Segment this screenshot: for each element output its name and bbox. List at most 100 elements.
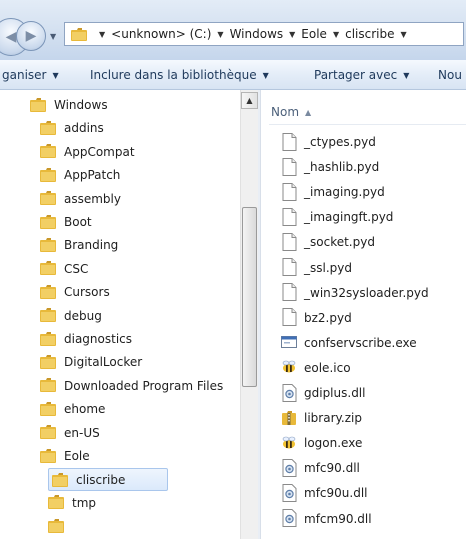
folder-icon bbox=[40, 261, 56, 276]
blank-file-icon bbox=[281, 157, 297, 176]
tree-item-folder[interactable]: ehome bbox=[40, 398, 105, 421]
organize-button[interactable]: ganiser ▼ bbox=[2, 60, 59, 90]
folder-icon bbox=[48, 495, 64, 510]
tree-item-folder[interactable]: en-US bbox=[40, 422, 100, 445]
tree-item-folder[interactable]: AppPatch bbox=[40, 164, 120, 187]
share-with-button[interactable]: Partager avec ▼ bbox=[314, 60, 409, 90]
file-name: eole.ico bbox=[304, 360, 351, 375]
blank-file-icon bbox=[281, 182, 297, 201]
folder-icon bbox=[40, 191, 56, 206]
breadcrumb-arrow-icon[interactable]: ▼ bbox=[99, 30, 105, 39]
file-name: logon.exe bbox=[304, 436, 363, 451]
breadcrumb-arrow-icon[interactable]: ▼ bbox=[400, 30, 406, 39]
tree-item-folder[interactable]: Branding bbox=[40, 234, 118, 257]
address-field[interactable]: ▼ <unknown> (C:) ▼ Windows ▼ Eole ▼ cliscribe ▼ bbox=[64, 22, 464, 46]
blank-file-icon bbox=[281, 308, 297, 327]
forward-button[interactable]: ▶ bbox=[16, 21, 46, 51]
nav-scrollbar[interactable]: ▲ bbox=[240, 90, 258, 539]
tree-item-folder[interactable]: DigitalLocker bbox=[40, 351, 142, 374]
file-item[interactable]: eole.ico bbox=[281, 356, 351, 381]
tree-item-folder[interactable]: Downloaded Program Files bbox=[40, 375, 223, 398]
file-name: gdiplus.dll bbox=[304, 386, 366, 400]
folder-icon bbox=[40, 144, 56, 159]
file-item[interactable]: library.zip bbox=[281, 406, 362, 431]
tree-item-selected[interactable]: cliscribe bbox=[48, 468, 168, 492]
tree-item-folder[interactable]: Cursors bbox=[40, 281, 110, 304]
include-label: Inclure dans la bibliothèque bbox=[90, 68, 257, 82]
tree-item-folder[interactable]: Boot bbox=[40, 211, 92, 234]
file-item[interactable]: mfc90.dll bbox=[281, 456, 360, 481]
navigation-pane: Windows addins AppCompat AppPatch assembly B… bbox=[0, 90, 258, 539]
breadcrumb-drive[interactable]: <unknown> (C:) bbox=[111, 27, 211, 41]
new-folder-button[interactable]: Nou bbox=[438, 60, 462, 90]
tree-item-folder[interactable]: Eole bbox=[40, 445, 90, 468]
file-item[interactable]: _hashlib.pyd bbox=[281, 155, 379, 180]
blank-file-icon bbox=[281, 232, 297, 251]
folder-icon bbox=[40, 378, 56, 393]
tree-item-windows[interactable]: Windows bbox=[30, 94, 108, 117]
file-name: confservscribe.exe bbox=[304, 335, 417, 350]
scrollbar-thumb[interactable] bbox=[242, 207, 257, 387]
file-item[interactable]: bz2.pyd bbox=[281, 306, 352, 331]
folder-icon bbox=[40, 308, 56, 323]
tree-item-label: CSC bbox=[64, 261, 89, 276]
folder-icon bbox=[40, 425, 56, 440]
file-item[interactable]: _imaging.pyd bbox=[281, 180, 385, 205]
breadcrumb-arrow-icon[interactable]: ▼ bbox=[289, 30, 295, 39]
tree-item-folder[interactable]: debug bbox=[40, 305, 102, 328]
tree-item-folder[interactable]: CSC bbox=[40, 258, 88, 281]
tree-item-label: Boot bbox=[64, 215, 92, 229]
blank-file-icon bbox=[281, 207, 297, 226]
file-item[interactable]: gdiplus.dll bbox=[281, 381, 365, 406]
breadcrumb-cliscribe[interactable]: cliscribe bbox=[345, 27, 394, 41]
tree-item-folder[interactable] bbox=[48, 515, 72, 538]
file-item[interactable]: mfcm90.dll bbox=[281, 507, 372, 532]
column-header-label: Nom bbox=[271, 105, 300, 119]
file-item[interactable]: logon.exe bbox=[281, 431, 362, 456]
tree-item-label: Cursors bbox=[64, 285, 110, 300]
folder-icon bbox=[40, 237, 56, 252]
breadcrumb-eole[interactable]: Eole bbox=[301, 27, 327, 41]
folder-icon bbox=[40, 401, 56, 416]
command-toolbar: ganiser ▼ Inclure dans la bibliothèque ▼ P… bbox=[0, 60, 466, 90]
tree-item-label: Branding bbox=[64, 238, 119, 253]
file-item[interactable]: confservscribe.exe bbox=[281, 331, 417, 356]
file-item[interactable]: _win32sysloader.pyd bbox=[281, 281, 429, 306]
tree-item-label: Downloaded Program Files bbox=[64, 378, 224, 393]
address-bar-region: ◀ ▶ ▼ ▼ <unknown> (C:) ▼ Windows ▼ Eole ▼ clisc… bbox=[0, 0, 466, 60]
file-name: mfcm90.dll bbox=[304, 511, 372, 526]
column-header-name[interactable]: Nom ▲ bbox=[271, 100, 311, 124]
tree-item-folder[interactable]: assembly bbox=[40, 188, 121, 211]
dll-gear-icon bbox=[281, 458, 297, 477]
eole-bee-icon bbox=[281, 434, 297, 452]
tree-item-folder[interactable]: tmp bbox=[48, 492, 96, 515]
file-item[interactable]: mfc90u.dll bbox=[281, 481, 368, 506]
exe-window-icon bbox=[281, 333, 297, 351]
folder-icon bbox=[40, 120, 56, 135]
tree-item-label: DigitalLocker bbox=[64, 355, 143, 370]
file-name: _win32sysloader.pyd bbox=[304, 285, 429, 300]
tree-item-label: diagnostics bbox=[64, 332, 133, 346]
file-list-pane: Nom ▲ _ctypes.pyd _hashlib.pyd _imaging.pyd… bbox=[261, 90, 466, 539]
file-item[interactable]: _imagingft.pyd bbox=[281, 205, 393, 230]
new-label: Nou bbox=[438, 68, 462, 82]
file-item[interactable]: _ctypes.pyd bbox=[281, 130, 376, 155]
tree-item-folder[interactable]: AppCompat bbox=[40, 141, 135, 164]
breadcrumb-windows[interactable]: Windows bbox=[230, 27, 284, 41]
include-in-library-button[interactable]: Inclure dans la bibliothèque ▼ bbox=[90, 60, 269, 90]
file-item[interactable]: _ssl.pyd bbox=[281, 256, 352, 281]
file-name: mfc90u.dll bbox=[304, 486, 368, 501]
breadcrumb: ▼ <unknown> (C:) ▼ Windows ▼ Eole ▼ cliscribe ▼ bbox=[93, 23, 413, 45]
folder-icon bbox=[40, 354, 56, 369]
tree-item-folder[interactable]: addins bbox=[40, 117, 104, 140]
file-name: _ssl.pyd bbox=[304, 260, 352, 275]
tree-item-folder[interactable]: diagnostics bbox=[40, 328, 132, 351]
breadcrumb-arrow-icon[interactable]: ▼ bbox=[217, 30, 223, 39]
file-item[interactable]: _socket.pyd bbox=[281, 230, 375, 255]
folder-icon bbox=[30, 97, 46, 112]
breadcrumb-arrow-icon[interactable]: ▼ bbox=[333, 30, 339, 39]
scroll-up-arrow-icon[interactable]: ▲ bbox=[241, 92, 258, 109]
recent-pages-dropdown-icon[interactable]: ▼ bbox=[50, 32, 56, 41]
chevron-down-icon: ▼ bbox=[52, 71, 59, 80]
chevron-down-icon: ▼ bbox=[262, 71, 269, 80]
